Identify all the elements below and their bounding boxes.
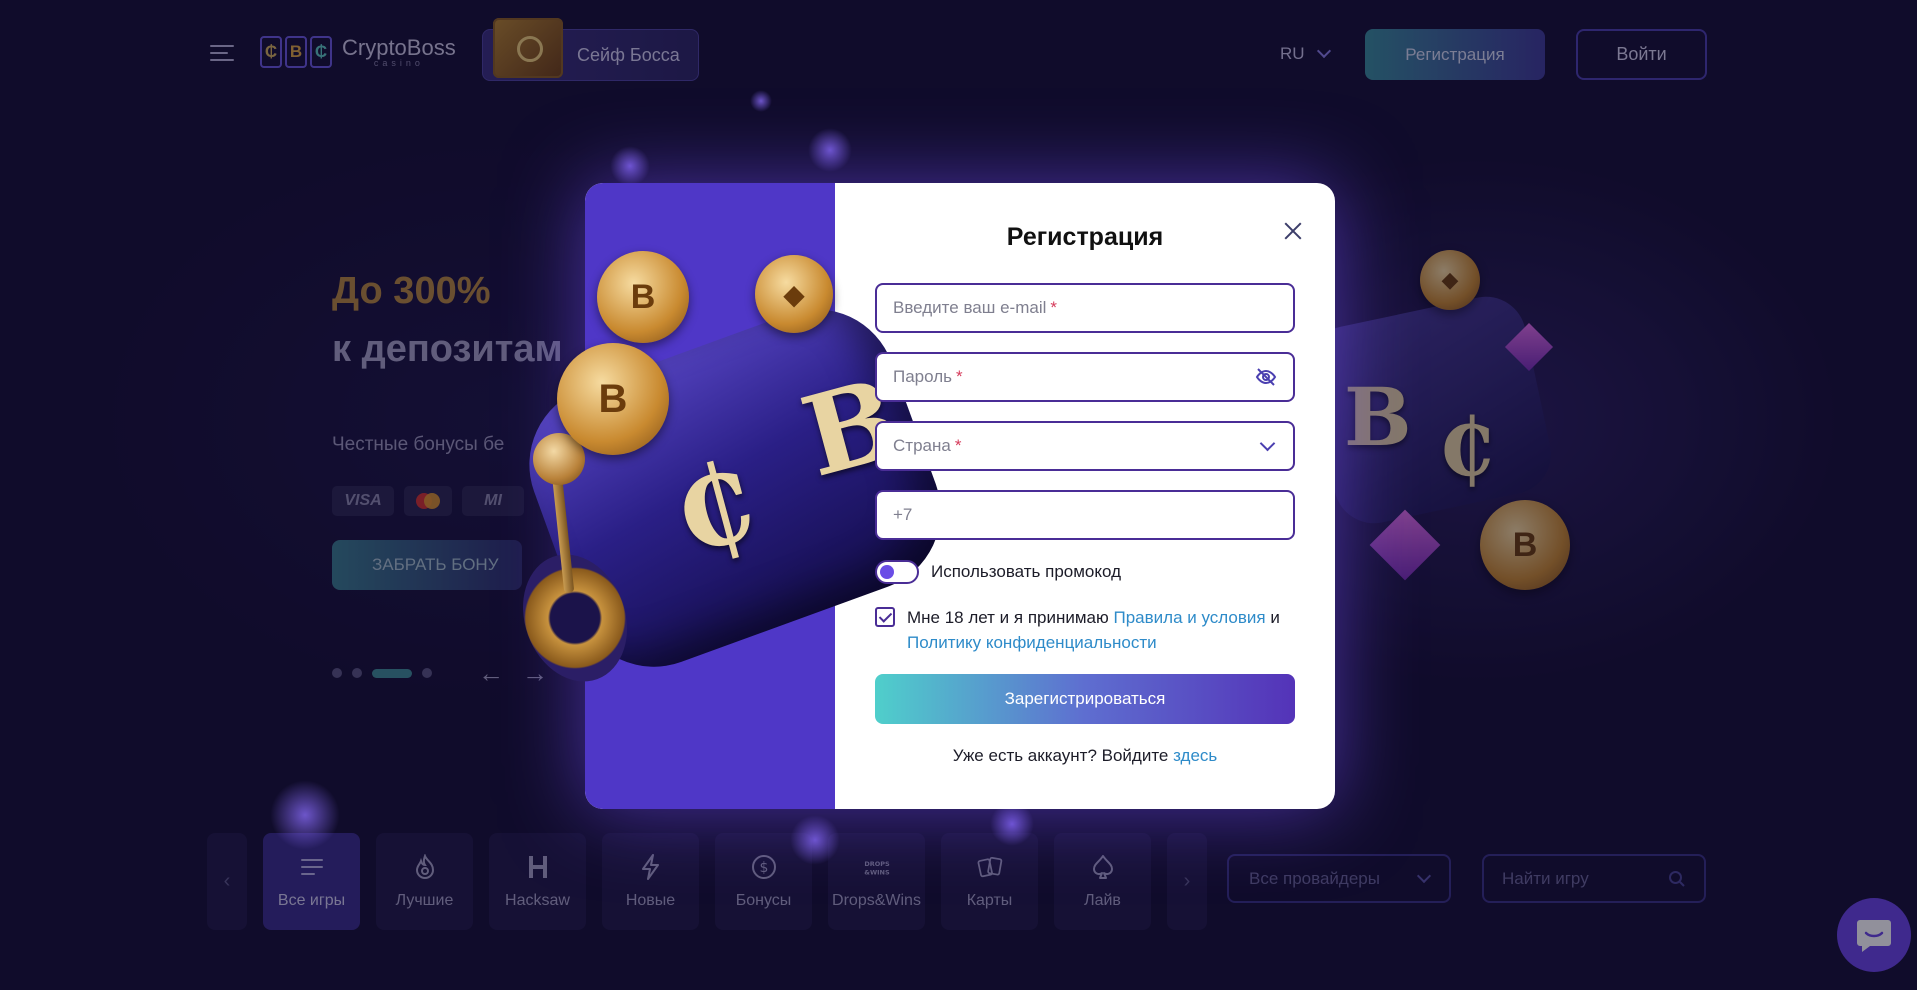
phone-field[interactable]: +7 [875, 490, 1295, 540]
promo-label: Использовать промокод [931, 562, 1122, 581]
ethereum-coin-icon: ◆ [755, 255, 833, 333]
email-placeholder: Введите ваш e-mail [893, 298, 1047, 317]
chevron-down-icon [1259, 435, 1276, 452]
terms-text: Мне 18 лет и я принимаю Правила и услови… [907, 605, 1280, 655]
country-select[interactable]: Страна * [875, 421, 1295, 471]
terms-checkbox[interactable] [875, 607, 895, 627]
bokeh-light [610, 146, 650, 186]
email-field[interactable]: Введите ваш e-mail * [875, 283, 1295, 333]
bitcoin-coin-icon: B [557, 343, 669, 455]
terms-and: и [1270, 608, 1280, 627]
login-prompt-text: Уже есть аккаунт? Войдите [952, 746, 1169, 765]
bokeh-light [270, 780, 340, 850]
rules-link[interactable]: Правила и условия [1114, 608, 1266, 627]
registration-modal: ₵ B B B ◆ Регистрация Введите ваш e-mail… [505, 183, 1335, 809]
modal-title: Регистрация [1006, 223, 1164, 251]
terms-prefix: Мне 18 лет и я принимаю [907, 608, 1109, 627]
terms-row: Мне 18 лет и я принимаю Правила и услови… [875, 605, 1305, 655]
password-placeholder: Пароль [893, 367, 952, 386]
phone-prefix: +7 [893, 505, 913, 524]
promo-row: Использовать промокод [875, 560, 1121, 584]
privacy-link[interactable]: Политику конфиденциальности [907, 633, 1157, 652]
password-field[interactable]: Пароль * [875, 352, 1295, 402]
promo-toggle[interactable] [875, 560, 919, 584]
eye-off-icon[interactable] [1255, 366, 1277, 388]
required-mark: * [956, 367, 963, 386]
register-submit-button[interactable]: Зарегистрироваться [875, 674, 1295, 724]
bokeh-light [808, 128, 852, 172]
login-here-link[interactable]: здесь [1173, 746, 1217, 765]
bokeh-light [790, 815, 840, 865]
bitcoin-coin-icon: B [597, 251, 689, 343]
login-prompt: Уже есть аккаунт? Войдите здесь [835, 746, 1335, 766]
required-mark: * [954, 436, 962, 455]
required-mark: * [1050, 298, 1058, 317]
bokeh-light [750, 90, 772, 112]
country-placeholder: Страна [893, 436, 951, 455]
modal-illustration-panel: ₵ B B B ◆ [505, 183, 964, 809]
